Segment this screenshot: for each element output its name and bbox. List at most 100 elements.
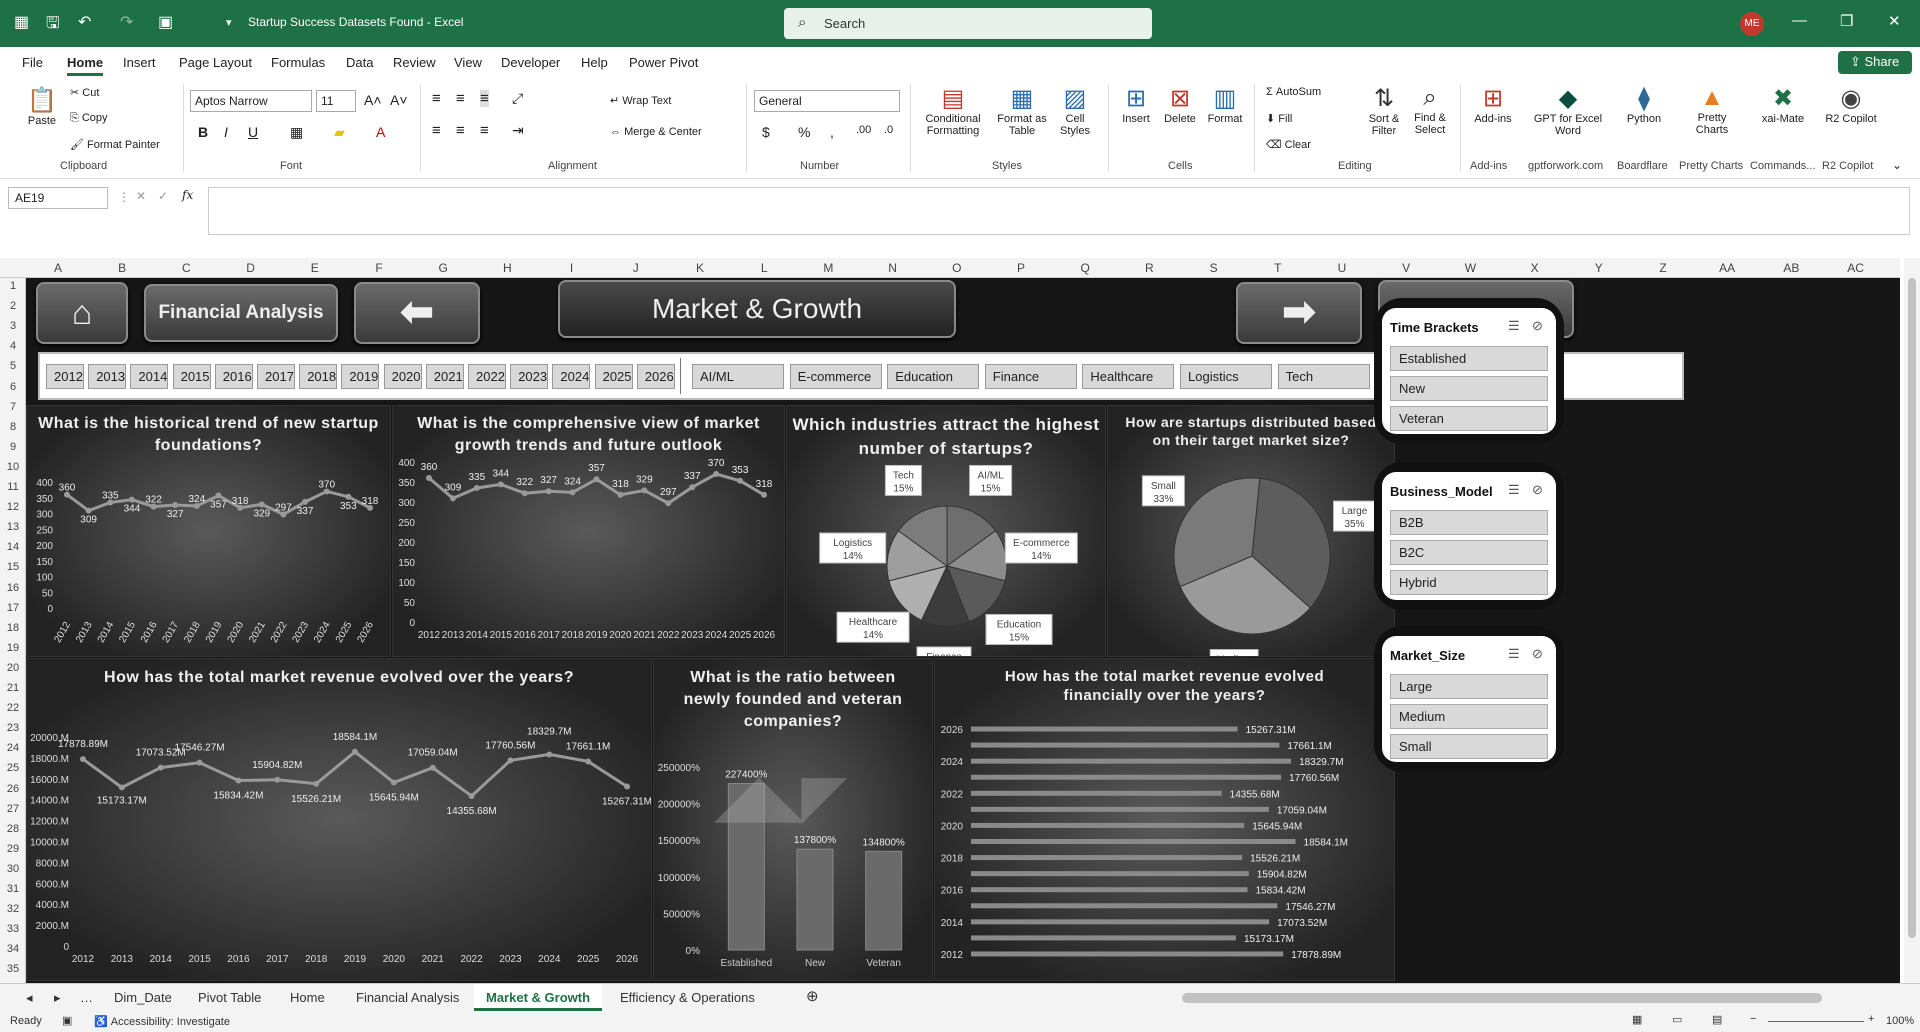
menu-page-layout[interactable]: Page Layout (179, 55, 252, 70)
column-header[interactable]: N (883, 261, 903, 275)
row-header[interactable]: 5 (0, 360, 26, 372)
slicer-item[interactable]: Small (1390, 734, 1548, 759)
font-color-icon[interactable]: A (376, 124, 385, 140)
tab-market-growth[interactable]: Market & Growth (474, 984, 603, 1011)
python-button[interactable]: ⧫ Python (1614, 84, 1674, 125)
industry-slicer-item[interactable]: Finance (984, 364, 1077, 389)
row-header[interactable]: 27 (0, 803, 26, 815)
vertical-scrollbar[interactable] (1904, 258, 1920, 983)
column-header[interactable]: D (241, 261, 261, 275)
more-sheets-icon[interactable]: … (80, 990, 93, 1005)
year-slicer-item[interactable]: 2016 (214, 364, 253, 389)
row-header[interactable]: 34 (0, 943, 26, 955)
year-slicer-item[interactable]: 2013 (88, 364, 127, 389)
column-header[interactable]: P (1011, 261, 1031, 275)
align-left-icon[interactable]: ≡ (432, 122, 441, 139)
column-header[interactable]: S (1204, 261, 1224, 275)
industry-slicer-item[interactable]: E-commerce (789, 364, 882, 389)
column-header[interactable]: AB (1781, 261, 1801, 275)
paste-button[interactable]: 📋 Paste (22, 86, 62, 127)
row-header[interactable]: 23 (0, 722, 26, 734)
increase-decimal-icon[interactable]: .00 (856, 124, 871, 136)
column-header[interactable]: C (176, 261, 196, 275)
cut-button[interactable]: ✂ Cut (70, 86, 99, 99)
slicer-item[interactable]: B2C (1390, 540, 1548, 565)
xai-mate-button[interactable]: ✖ xai-Mate (1750, 84, 1816, 125)
format-painter-button[interactable]: 🖌 Format Painter (70, 138, 160, 151)
financial-analysis-button[interactable]: Financial Analysis (144, 284, 338, 342)
row-header[interactable]: 14 (0, 541, 26, 553)
clear-filter-icon[interactable]: ⊘ (1532, 646, 1543, 662)
menu-view[interactable]: View (454, 55, 482, 70)
fill-color-icon[interactable]: ▰ (334, 124, 345, 141)
slicer-item[interactable]: Medium (1390, 704, 1548, 729)
enter-icon[interactable]: ✓ (158, 189, 168, 203)
row-header[interactable]: 6 (0, 381, 26, 393)
menu-help[interactable]: Help (581, 55, 608, 70)
form-icon[interactable]: ▣ (158, 12, 173, 32)
zoom-in-icon[interactable]: + (1868, 1013, 1874, 1025)
insert-function-icon[interactable]: fx (182, 188, 193, 202)
clear-button[interactable]: ⌫ Clear (1266, 138, 1311, 151)
clear-filter-icon[interactable]: ⊘ (1532, 318, 1543, 334)
tab-dim-date[interactable]: Dim_Date (114, 990, 172, 1005)
year-slicer-item[interactable]: 2021 (425, 364, 464, 389)
formula-input[interactable] (208, 187, 1910, 235)
row-header[interactable]: 4 (0, 340, 26, 352)
year-slicer-item[interactable]: 2019 (341, 364, 380, 389)
fill-button[interactable]: ⬇ Fill (1266, 112, 1292, 125)
row-header[interactable]: 35 (0, 963, 26, 975)
font-size-select[interactable]: 11 (316, 90, 356, 112)
year-slicer-item[interactable]: 2012 (46, 364, 84, 389)
column-header[interactable]: G (433, 261, 453, 275)
menu-insert[interactable]: Insert (123, 55, 156, 70)
restore-icon[interactable]: ❐ (1840, 12, 1853, 30)
zoom-slider[interactable] (1768, 1021, 1864, 1022)
customize-toolbar-icon[interactable]: ▾ (226, 16, 232, 29)
menu-developer[interactable]: Developer (501, 55, 560, 70)
year-slicer-item[interactable]: 2015 (172, 364, 211, 389)
avatar[interactable]: ME (1740, 12, 1764, 36)
year-slicer-item[interactable]: 2024 (552, 364, 591, 389)
find-select-button[interactable]: ⌕ Find & Select (1408, 84, 1452, 136)
row-header[interactable]: 20 (0, 662, 26, 674)
cancel-icon[interactable]: ✕ (136, 189, 146, 203)
row-header[interactable]: 30 (0, 863, 26, 875)
increase-font-icon[interactable]: A˄ (364, 92, 382, 108)
industry-slicer-item[interactable]: AI/ML (692, 364, 784, 389)
name-box[interactable]: AE19 (8, 187, 108, 209)
menu-home[interactable]: Home (67, 55, 104, 76)
redo-icon[interactable]: ↷ (120, 12, 133, 32)
wrap-text-button[interactable]: ↵ Wrap Text (610, 94, 671, 107)
back-arrow-button[interactable]: ⬅ (354, 282, 480, 344)
row-header[interactable]: 26 (0, 783, 26, 795)
row-header[interactable]: 22 (0, 702, 26, 714)
multi-select-icon[interactable]: ☰ (1508, 646, 1520, 662)
align-top-icon[interactable]: ≡ (432, 90, 441, 107)
gpt-for-excel-button[interactable]: ◆ GPT for Excel Word (1528, 84, 1608, 137)
column-header[interactable]: V (1396, 261, 1416, 275)
menu-power-pivot[interactable]: Power Pivot (629, 55, 698, 70)
column-header[interactable]: R (1139, 261, 1159, 275)
decrease-font-icon[interactable]: A˅ (390, 92, 408, 108)
merge-center-button[interactable]: ⇔ Merge & Center (610, 126, 702, 138)
close-icon[interactable]: ✕ (1888, 12, 1901, 30)
column-header[interactable]: Y (1589, 261, 1609, 275)
italic-icon[interactable]: I (224, 124, 228, 140)
slicer-item[interactable]: Established (1390, 346, 1548, 371)
column-header[interactable]: I (562, 261, 582, 275)
row-header[interactable]: 2 (0, 300, 26, 312)
clear-filter-icon[interactable]: ⊘ (1532, 482, 1543, 498)
add-sheet-icon[interactable]: ⊕ (806, 987, 819, 1005)
autosum-button[interactable]: Σ AutoSum (1266, 86, 1321, 98)
forward-arrow-button[interactable]: ➡ (1236, 282, 1362, 344)
menu-file[interactable]: File (22, 55, 43, 70)
column-header[interactable]: Q (1075, 261, 1095, 275)
format-cells-button[interactable]: ▥ Format (1204, 84, 1246, 125)
row-header[interactable]: 31 (0, 883, 26, 895)
borders-icon[interactable]: ▦ (290, 124, 303, 141)
tab-pivot-table[interactable]: Pivot Table (198, 990, 261, 1005)
row-header[interactable]: 13 (0, 521, 26, 533)
column-header[interactable]: Z (1653, 261, 1673, 275)
column-header[interactable]: W (1460, 261, 1480, 275)
